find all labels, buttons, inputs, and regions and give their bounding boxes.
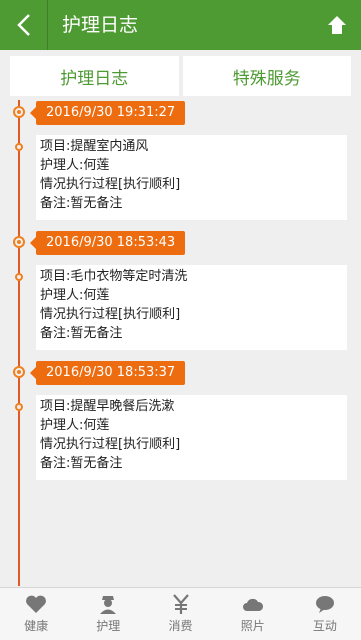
- chevron-left-icon: [16, 14, 30, 36]
- timeline-dot: [13, 106, 25, 118]
- timeline-dot-small: [15, 273, 23, 281]
- nav-label: 互动: [312, 619, 337, 633]
- log-caregiver: 护理人:何莲: [40, 418, 110, 433]
- log-note: 备注:暂无备注: [40, 456, 123, 471]
- nav-label: 消费: [168, 619, 193, 633]
- timeline-line: [18, 100, 20, 586]
- log-item: 项目:提醒早晚餐后洗漱: [40, 399, 175, 414]
- log-note: 备注:暂无备注: [40, 196, 123, 211]
- chat-bubble-icon: [315, 596, 334, 613]
- timeline-dot-small: [15, 143, 23, 151]
- log-card[interactable]: 项目:提醒早晚餐后洗漱 护理人:何莲 情况执行过程[执行顺利] 备注:暂无备注: [36, 395, 347, 480]
- tab-bar: 护理日志 特殊服务: [10, 56, 351, 96]
- page-title: 护理日志: [62, 14, 139, 36]
- nav-health[interactable]: 健康: [0, 588, 72, 640]
- nav-consumption[interactable]: 消费: [144, 588, 216, 640]
- nav-care[interactable]: 护理: [72, 588, 144, 640]
- timeline-dot: [13, 366, 25, 378]
- timeline-dot: [13, 236, 25, 248]
- heart-icon: [26, 595, 47, 613]
- back-button[interactable]: [0, 0, 48, 50]
- yen-icon: [172, 594, 189, 614]
- log-card[interactable]: 项目:毛巾衣物等定时清洗 护理人:何莲 情况执行过程[执行顺利] 备注:暂无备注: [36, 265, 347, 350]
- log-status: 情况执行过程[执行顺利]: [40, 437, 181, 452]
- log-caregiver: 护理人:何莲: [40, 288, 110, 303]
- cloud-icon: [242, 598, 263, 611]
- nav-interaction[interactable]: 互动: [289, 588, 361, 640]
- tab-special-service[interactable]: 特殊服务: [182, 56, 351, 96]
- log-item: 项目:提醒室内通风: [40, 139, 149, 154]
- log-status: 情况执行过程[执行顺利]: [40, 177, 181, 192]
- nav-photos[interactable]: 照片: [217, 588, 289, 640]
- timeline-dot-small: [15, 403, 23, 411]
- nav-label: 照片: [240, 619, 265, 633]
- log-card[interactable]: 项目:提醒室内通风 护理人:何莲 情况执行过程[执行顺利] 备注:暂无备注: [36, 135, 347, 220]
- log-caregiver: 护理人:何莲: [40, 158, 110, 173]
- home-icon[interactable]: [327, 15, 347, 35]
- date-badge: 2016/9/30 19:31:27: [29, 101, 186, 125]
- log-item: 项目:毛巾衣物等定时清洗: [40, 269, 188, 284]
- log-status: 情况执行过程[执行顺利]: [40, 307, 181, 322]
- nurse-icon: [100, 596, 117, 614]
- log-note: 备注:暂无备注: [40, 326, 123, 341]
- nav-label: 护理: [96, 619, 121, 633]
- date-badge: 2016/9/30 18:53:43: [29, 231, 186, 255]
- app-header: 护理日志: [0, 0, 361, 50]
- date-badge: 2016/9/30 18:53:37: [29, 361, 186, 385]
- bottom-nav: 健康 护理 消费 照片 互动: [0, 587, 361, 640]
- nav-label: 健康: [24, 619, 49, 633]
- tab-care-log[interactable]: 护理日志: [10, 56, 179, 96]
